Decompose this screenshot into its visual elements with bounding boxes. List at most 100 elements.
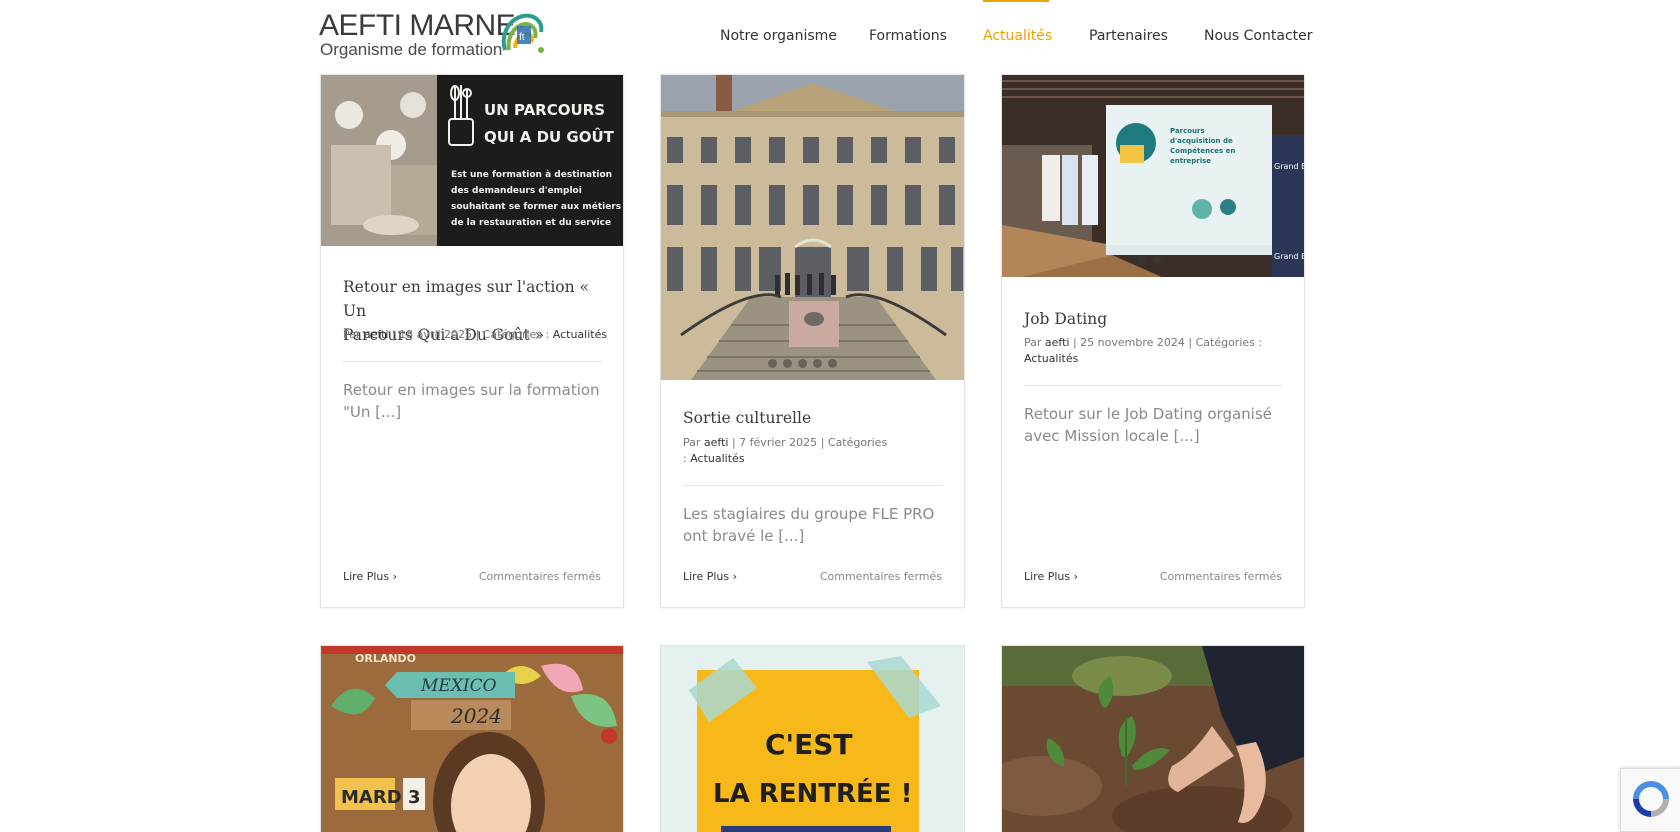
svg-text:C'EST: C'EST — [765, 728, 853, 761]
svg-text:Parcours: Parcours — [1170, 127, 1205, 135]
meta-by-label: Par — [1024, 336, 1042, 349]
post-image-garden[interactable] — [1002, 646, 1304, 832]
nav-item-notre-organisme[interactable]: Notre organisme — [720, 28, 837, 44]
post-date: 25 novembre 2024 — [1080, 336, 1185, 349]
svg-text:des demandeurs d'emploi: des demandeurs d'emploi — [451, 186, 582, 196]
svg-text:Est une formation à destinatio: Est une formation à destination — [451, 170, 612, 180]
post-title[interactable]: Sortie culturelle — [683, 406, 948, 430]
post-author-link[interactable]: aefti — [1045, 336, 1070, 349]
post-excerpt: Retour en images sur la formation "Un [.… — [343, 379, 608, 423]
post-image-sortie[interactable] — [661, 75, 964, 380]
post-image-graphic — [661, 75, 964, 380]
post-image-graphic: C'EST LA RENTRÉE ! — [661, 646, 964, 832]
post-card: Parcours d'acquisition de Compétences en… — [1001, 74, 1305, 608]
post-image-job-dating[interactable]: Parcours d'acquisition de Compétences en… — [1002, 75, 1304, 277]
post-image-mexico[interactable]: ORLANDO MEXICO 2024 MARDI 3 — [321, 646, 623, 832]
post-image-graphic — [1002, 646, 1304, 832]
nav-item-nous-contacter[interactable]: Nous Contacter — [1204, 28, 1313, 44]
slider-dot[interactable] — [1153, 256, 1162, 265]
svg-text:3: 3 — [408, 787, 421, 808]
post-divider — [343, 361, 602, 362]
read-more-link[interactable]: Lire Plus › — [1024, 570, 1078, 583]
post-excerpt: Les stagiaires du groupe FLE PRO ont bra… — [683, 503, 948, 547]
svg-text:Grand Est: Grand Est — [1274, 162, 1304, 171]
post-meta: Par aefti | 7 février 2025 | Catégories … — [683, 436, 888, 465]
post-image-parcours[interactable]: UN PARCOURS QUI A DU GOÛT Est une format… — [321, 75, 623, 246]
read-more-label: Lire Plus — [1024, 570, 1071, 583]
meta-categories-label: Catégories : — [482, 328, 550, 341]
post-excerpt-line: ont bravé le [...] — [683, 527, 805, 545]
read-more-label: Lire Plus — [343, 570, 390, 583]
post-category-link[interactable]: Actualités — [1024, 352, 1078, 365]
svg-text:ORLANDO: ORLANDO — [355, 652, 416, 665]
post-card: C'EST LA RENTRÉE ! — [660, 645, 965, 832]
nav-item-actualites[interactable]: Actualités — [983, 28, 1052, 44]
svg-text:d'acquisition de: d'acquisition de — [1170, 137, 1233, 145]
comments-status: Commentaires fermés — [478, 570, 601, 583]
post-meta: Par aefti | 18 avril 2025 | Catégories :… — [343, 328, 608, 341]
svg-text:MARDI: MARDI — [341, 787, 408, 808]
slider-dot[interactable] — [813, 359, 822, 368]
post-image-graphic: UN PARCOURS QUI A DU GOÛT Est une format… — [321, 75, 623, 246]
post-divider — [683, 485, 942, 486]
post-image-graphic: Parcours d'acquisition de Compétences en… — [1002, 75, 1304, 277]
svg-text:entreprise: entreprise — [1170, 157, 1211, 165]
svg-text:2024: 2024 — [450, 704, 502, 728]
svg-text:Compétences en: Compétences en — [1170, 147, 1235, 155]
chevron-right-icon: › — [392, 570, 398, 583]
slider-dot[interactable] — [783, 359, 792, 368]
meta-by-label: Par — [683, 436, 701, 449]
post-author-link[interactable]: aefti — [704, 436, 729, 449]
read-more-link[interactable]: Lire Plus › — [683, 570, 737, 583]
read-more-link[interactable]: Lire Plus › — [343, 570, 397, 583]
slider-dot[interactable] — [1138, 256, 1147, 265]
read-more-label: Lire Plus — [683, 570, 730, 583]
post-card: ORLANDO MEXICO 2024 MARDI 3 — [320, 645, 624, 832]
post-category-link[interactable]: Actualités — [553, 328, 607, 341]
comments-status: Commentaires fermés — [1159, 570, 1282, 583]
post-image-rentree[interactable]: C'EST LA RENTRÉE ! — [661, 646, 964, 832]
post-title-line: Retour en images sur l'action « Un — [343, 278, 590, 320]
post-image-graphic: ORLANDO MEXICO 2024 MARDI 3 — [321, 646, 623, 832]
chevron-right-icon: › — [1073, 570, 1079, 583]
svg-text:Grand Est: Grand Est — [1274, 252, 1304, 261]
slider-dot[interactable] — [798, 359, 807, 368]
post-date: 7 février 2025 — [739, 436, 818, 449]
post-card: Sortie culturelle Par aefti | 7 février … — [660, 74, 965, 608]
nav-active-indicator — [983, 0, 1049, 2]
post-author-link[interactable]: aefti — [364, 328, 389, 341]
slider-dot[interactable] — [768, 359, 777, 368]
slider-dots — [1138, 256, 1162, 265]
post-card: UN PARCOURS QUI A DU GOÛT Est une format… — [320, 74, 624, 608]
post-excerpt-line: Retour sur le Job Dating organisé — [1024, 405, 1272, 423]
post-meta: Par aefti | 25 novembre 2024 | Catégorie… — [1024, 336, 1263, 365]
main-nav: Notre organisme Formations Actualités Pa… — [0, 0, 1680, 68]
post-excerpt-line: Les stagiaires du groupe FLE PRO — [683, 505, 935, 523]
svg-text:de la restauration et du servi: de la restauration et du service — [451, 218, 611, 228]
svg-text:MEXICO: MEXICO — [420, 676, 497, 696]
post-date: 18 avril 2025 — [399, 328, 473, 341]
chevron-right-icon: › — [732, 570, 738, 583]
post-divider — [1024, 385, 1283, 386]
svg-text:UN PARCOURS: UN PARCOURS — [484, 101, 605, 119]
meta-categories-label: Catégories : — [1195, 336, 1263, 349]
post-category-link[interactable]: Actualités — [690, 452, 744, 465]
slider-dot[interactable] — [828, 359, 837, 368]
post-excerpt-line: avec Mission locale [...] — [1024, 427, 1200, 445]
nav-item-formations[interactable]: Formations — [869, 28, 947, 44]
post-excerpt-line: Retour en images sur la formation — [343, 381, 600, 399]
site-header: AEFTI MARNE Organisme de formation ft No… — [0, 0, 1680, 68]
post-title[interactable]: Job Dating — [1024, 307, 1289, 331]
post-excerpt: Retour sur le Job Dating organisé avec M… — [1024, 403, 1289, 447]
svg-text:QUI A DU GOÛT: QUI A DU GOÛT — [484, 127, 615, 146]
recaptcha-icon — [1633, 781, 1669, 817]
svg-text:souhaitant se former aux métie: souhaitant se former aux métiers — [451, 201, 621, 212]
slider-dots — [768, 359, 837, 368]
nav-item-partenaires[interactable]: Partenaires — [1089, 28, 1168, 44]
post-card — [1001, 645, 1305, 832]
svg-text:LA RENTRÉE !: LA RENTRÉE ! — [713, 777, 912, 809]
recaptcha-badge[interactable] — [1620, 768, 1680, 832]
meta-by-label: Par — [343, 328, 361, 341]
post-excerpt-line: "Un [...] — [343, 403, 402, 421]
comments-status: Commentaires fermés — [819, 570, 942, 583]
